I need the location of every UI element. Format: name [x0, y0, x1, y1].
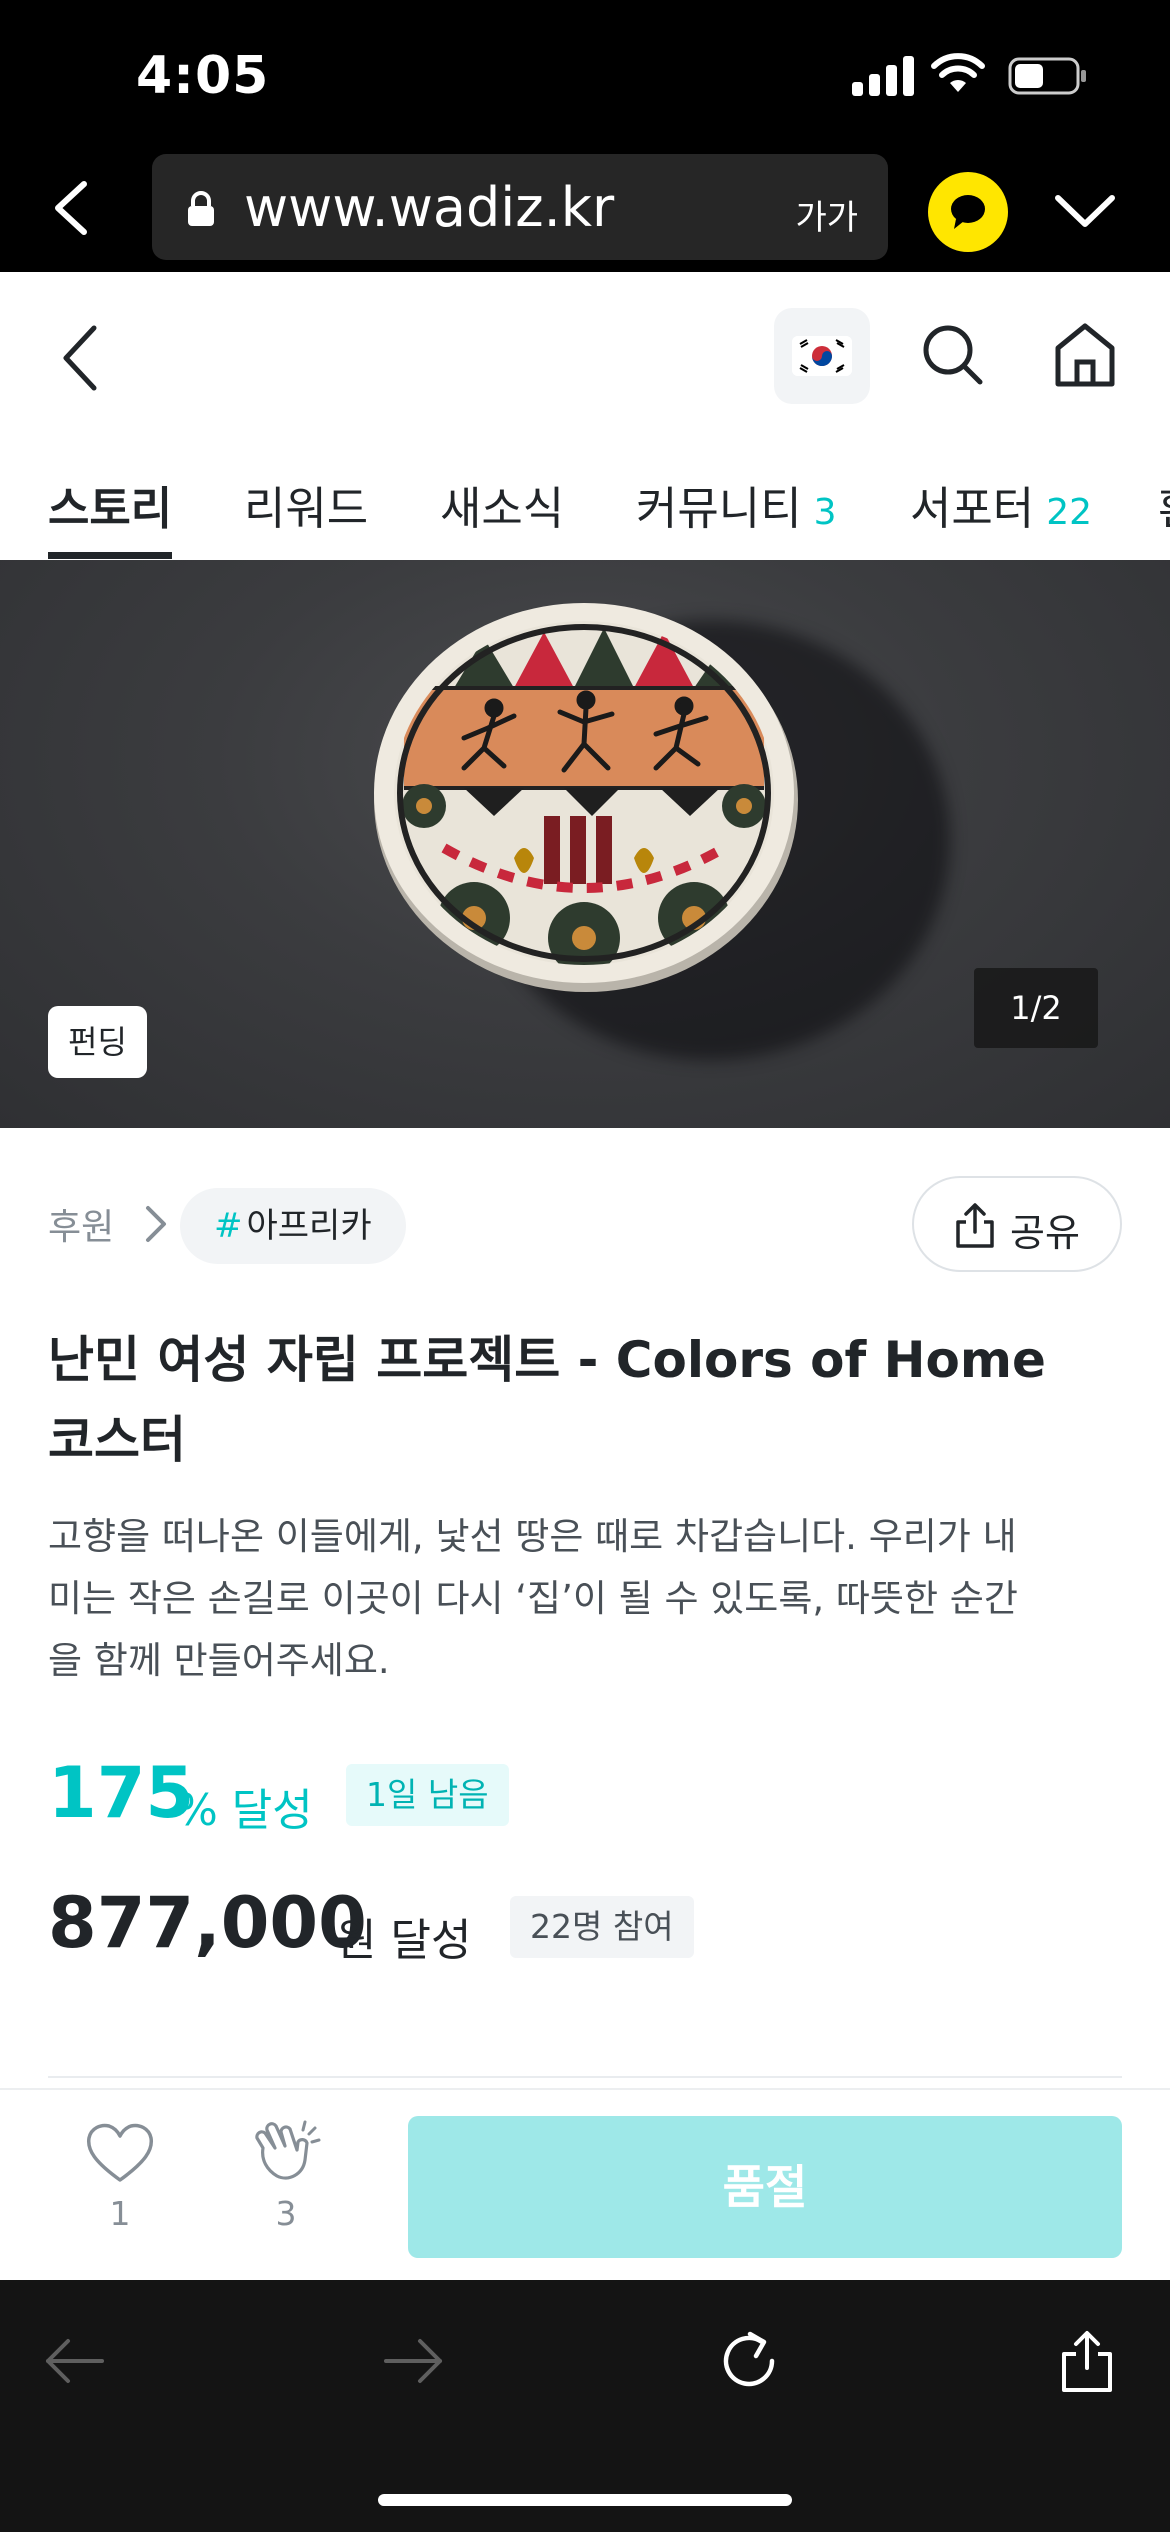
- tab-reward[interactable]: 리워드: [244, 472, 368, 537]
- achievement-percent-unit: % 달성: [176, 1785, 313, 1836]
- cheer-count: 3: [275, 2194, 297, 2233]
- forward-arrow-icon[interactable]: [378, 2326, 448, 2396]
- hash-symbol: #: [214, 1206, 243, 1246]
- home-icon[interactable]: [1052, 320, 1118, 390]
- back-arrow-icon[interactable]: [56, 320, 106, 396]
- clap-icon: [255, 2120, 321, 2180]
- browser-bottom-bar: [0, 2280, 1170, 2532]
- chevron-down-icon[interactable]: [1052, 186, 1118, 236]
- browser-toolbar: www.wadiz.kr 가가: [0, 150, 1170, 272]
- tab-label: 스토리: [48, 482, 173, 535]
- cellular-signal-icon: [852, 56, 914, 96]
- soldout-button[interactable]: 품절: [408, 2116, 1122, 2258]
- tab-label: 새소식: [440, 482, 565, 535]
- tab-label: 환: [1158, 482, 1170, 535]
- tab-story[interactable]: 스토리: [48, 472, 172, 537]
- tab-label: 리워드: [244, 482, 369, 535]
- tab-label: 커뮤니티: [636, 482, 802, 535]
- like-button[interactable]: 1: [80, 2122, 160, 2233]
- category-row: 후원 # 아프리카 공유: [0, 1176, 1170, 1272]
- achievement-percent: 175: [48, 1752, 195, 1834]
- project-description: 고향을 떠나온 이들에게, 낯선 땅은 때로 차갑습니다. 우리가 내미는 작은…: [48, 1515, 1018, 1682]
- url-text: www.wadiz.kr: [244, 176, 615, 239]
- tab-count: 3: [813, 492, 837, 533]
- participants-badge: 22명 참여: [510, 1896, 694, 1958]
- bottom-action-bar: 1 3 품절: [0, 2088, 1170, 2280]
- korea-flag-icon: [792, 336, 852, 376]
- chevron-right-icon: [146, 1206, 166, 1242]
- story-tabs: 스토리 리워드 새소식 커뮤니티 3 서포터 22 환: [0, 442, 1170, 560]
- tab-refund[interactable]: 환: [1158, 472, 1170, 537]
- tab-count: 22: [1046, 492, 1093, 533]
- address-bar[interactable]: www.wadiz.kr 가가: [152, 154, 888, 260]
- share-button[interactable]: 공유: [912, 1176, 1122, 1272]
- tab-news[interactable]: 새소식: [440, 472, 564, 537]
- share-icon[interactable]: [1052, 2326, 1122, 2396]
- tag-chip-africa[interactable]: # 아프리카: [180, 1188, 406, 1264]
- project-title: 난민 여성 자립 프로젝트 - Colors of Home 코스터: [48, 1331, 1046, 1469]
- project-image-carousel[interactable]: 펀딩 1/2: [0, 560, 1170, 1128]
- cheer-button[interactable]: 3: [246, 2118, 326, 2233]
- tab-label: 서포터: [910, 482, 1035, 535]
- tag-label: 아프리카: [246, 1206, 372, 1246]
- search-icon[interactable]: [920, 322, 986, 388]
- wifi-icon: [931, 53, 985, 92]
- app-header: [0, 272, 1170, 442]
- home-indicator: [378, 2494, 792, 2506]
- coaster-image: [374, 603, 798, 992]
- text-size-button[interactable]: 가가: [795, 190, 858, 239]
- reload-icon[interactable]: [714, 2326, 784, 2396]
- heart-icon: [86, 2123, 154, 2182]
- funded-amount: 877,000: [48, 1882, 367, 1964]
- funded-amount-unit: 원 달성: [336, 1915, 472, 1966]
- battery-icon: [1008, 57, 1086, 95]
- like-count: 1: [109, 2194, 131, 2233]
- funding-badge: 펀딩: [48, 1006, 147, 1078]
- section-divider: [48, 2076, 1122, 2078]
- active-tab-indicator: [48, 552, 172, 559]
- browser-back-icon[interactable]: [46, 170, 106, 246]
- language-button[interactable]: [774, 308, 870, 404]
- chat-bubble-icon: [951, 195, 985, 229]
- lock-icon: [188, 191, 214, 226]
- status-time: 4:05: [136, 46, 270, 106]
- share-label: 공유: [1010, 1211, 1080, 1255]
- tab-community[interactable]: 커뮤니티 3: [636, 472, 837, 537]
- image-counter: 1/2: [974, 968, 1098, 1048]
- status-bar: 4:05: [0, 0, 1170, 150]
- back-arrow-icon[interactable]: [40, 2326, 110, 2396]
- days-left-badge: 1일 남음: [346, 1764, 509, 1826]
- kakao-talk-button[interactable]: [928, 172, 1008, 252]
- category-label[interactable]: 후원: [48, 1198, 114, 1250]
- tab-supporters[interactable]: 서포터 22: [910, 472, 1092, 537]
- share-icon: [956, 1203, 994, 1248]
